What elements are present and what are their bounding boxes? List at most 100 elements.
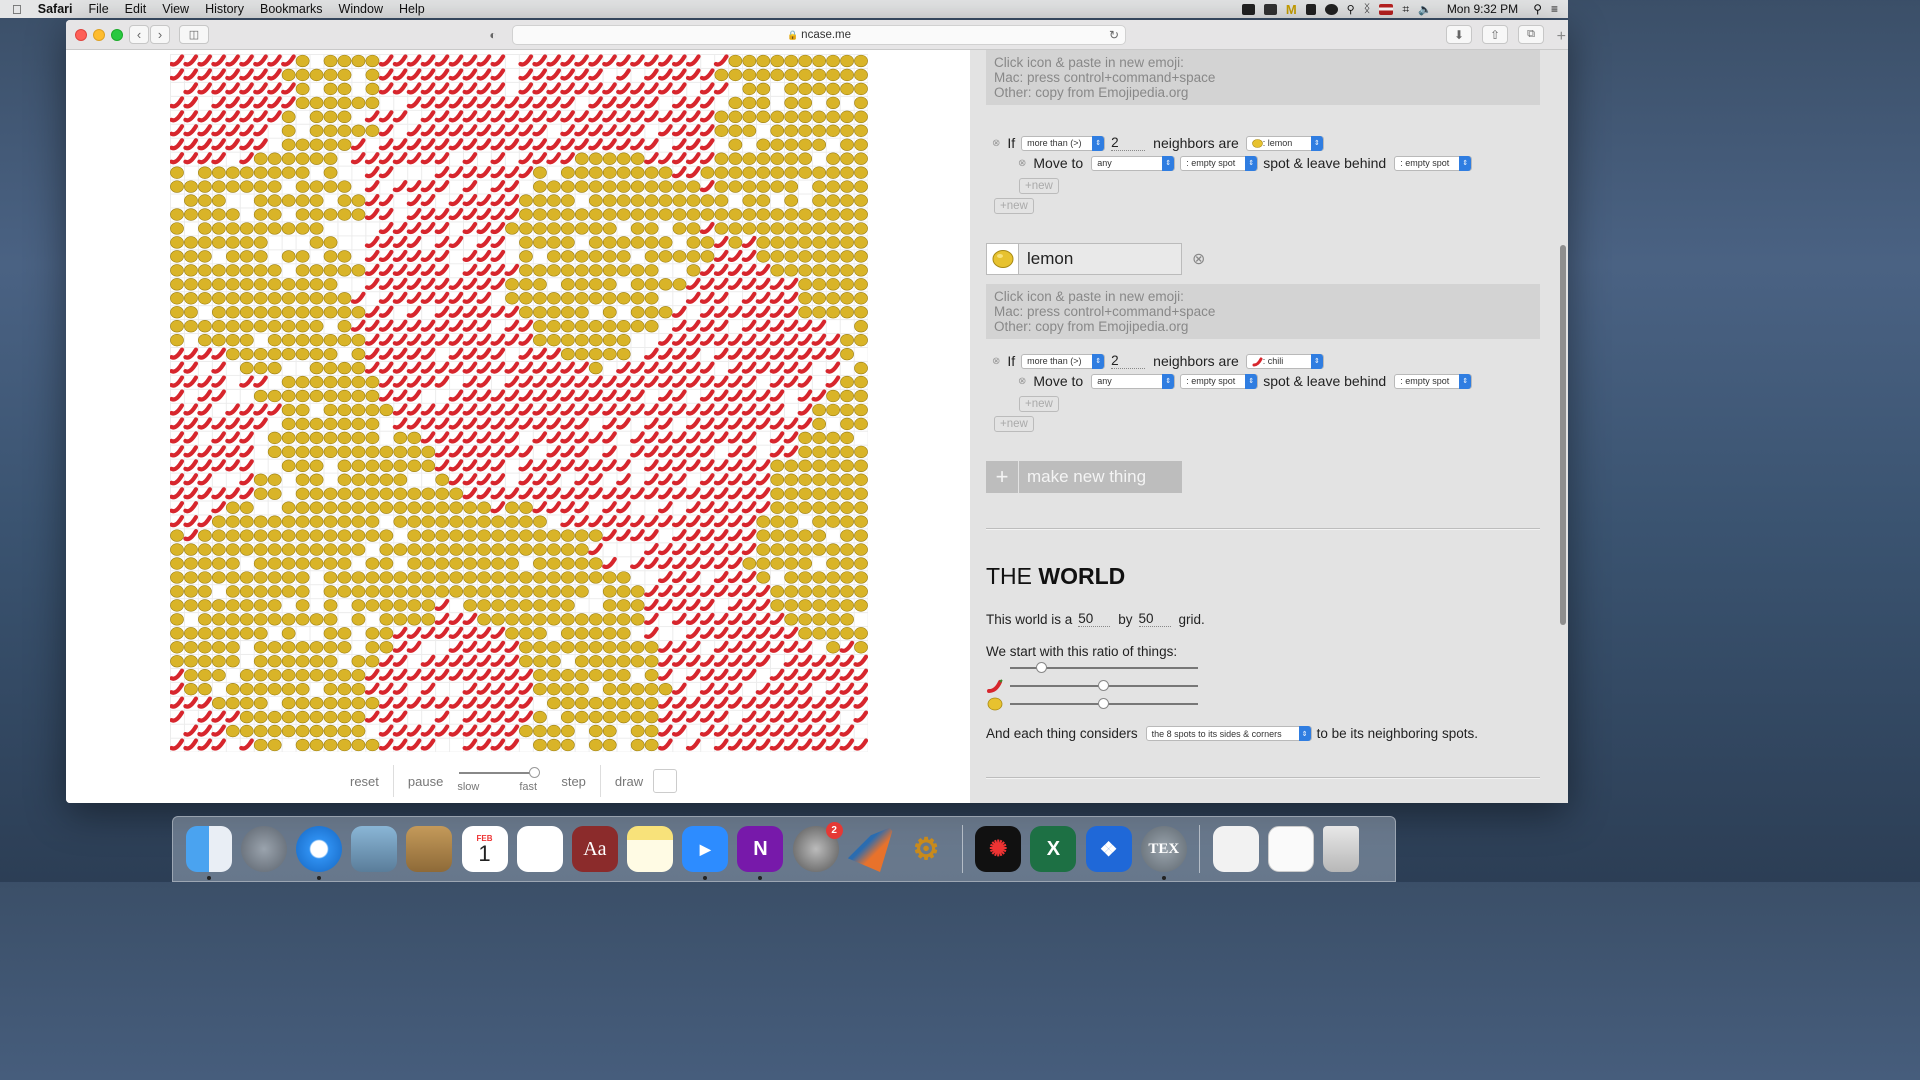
chili-cell[interactable] bbox=[518, 375, 534, 388]
lemon-cell[interactable] bbox=[854, 529, 868, 542]
lemon-cell[interactable] bbox=[630, 696, 645, 710]
new-rule-button[interactable]: +new bbox=[994, 198, 1034, 214]
chili-cell[interactable] bbox=[755, 277, 771, 290]
lemon-cell[interactable] bbox=[211, 669, 226, 682]
chili-cell[interactable] bbox=[225, 54, 240, 67]
lemon-cell[interactable] bbox=[239, 361, 254, 375]
chili-cell[interactable] bbox=[560, 431, 575, 444]
chili-cell[interactable] bbox=[769, 291, 785, 304]
lemon-cell[interactable] bbox=[351, 696, 366, 710]
chili-cell[interactable] bbox=[504, 375, 520, 388]
chili-cell[interactable] bbox=[197, 710, 212, 723]
share-button[interactable]: ⇧ bbox=[1482, 25, 1508, 44]
lemon-cell[interactable] bbox=[854, 473, 868, 486]
lemon-cell[interactable] bbox=[323, 655, 338, 668]
lemon-cell[interactable] bbox=[198, 278, 212, 291]
lemon-cell[interactable] bbox=[533, 641, 547, 654]
chili-cell[interactable] bbox=[769, 375, 785, 388]
lemon-cell[interactable] bbox=[826, 445, 840, 459]
chili-cell[interactable] bbox=[839, 654, 855, 667]
lemon-cell[interactable] bbox=[309, 236, 324, 249]
chili-cell[interactable] bbox=[490, 626, 506, 639]
lemon-cell[interactable] bbox=[784, 571, 799, 584]
lemon-cell[interactable] bbox=[630, 180, 645, 193]
lemon-cell[interactable] bbox=[826, 557, 840, 570]
lemon-cell[interactable] bbox=[281, 724, 296, 738]
lemon-cell[interactable] bbox=[337, 417, 352, 431]
chili-cell[interactable] bbox=[602, 54, 617, 67]
lemon-cell[interactable] bbox=[854, 292, 868, 305]
chili-cell[interactable] bbox=[490, 389, 506, 402]
chili-cell[interactable] bbox=[225, 124, 240, 137]
lemon-cell[interactable] bbox=[198, 166, 212, 179]
lemon-cell[interactable] bbox=[281, 515, 296, 528]
chili-cell[interactable] bbox=[685, 487, 701, 500]
lemon-cell[interactable] bbox=[714, 68, 729, 82]
chili-cell[interactable] bbox=[504, 668, 520, 681]
lemon-cell[interactable] bbox=[630, 320, 645, 333]
lemon-cell[interactable] bbox=[728, 96, 743, 110]
chili-cell[interactable] bbox=[839, 696, 855, 709]
chili-cell[interactable] bbox=[644, 361, 659, 374]
chili-cell[interactable] bbox=[518, 473, 534, 486]
lemon-cell[interactable] bbox=[560, 194, 575, 207]
lemon-cell[interactable] bbox=[616, 264, 631, 277]
chili-cell[interactable] bbox=[657, 710, 673, 723]
lemon-cell[interactable] bbox=[798, 571, 813, 584]
chili-cell[interactable] bbox=[183, 515, 199, 528]
chili-cell[interactable] bbox=[364, 333, 380, 346]
chili-cell[interactable] bbox=[504, 207, 520, 221]
chili-cell[interactable] bbox=[657, 696, 673, 709]
lemon-cell[interactable] bbox=[281, 306, 296, 319]
chili-cell[interactable] bbox=[364, 110, 380, 123]
chili-cell[interactable] bbox=[476, 138, 492, 151]
chili-cell[interactable] bbox=[239, 375, 254, 388]
chili-cell[interactable] bbox=[671, 319, 687, 332]
chili-cell[interactable] bbox=[197, 724, 212, 737]
lemon-cell[interactable] bbox=[309, 152, 324, 165]
lemon-cell[interactable] bbox=[756, 96, 771, 110]
lemon-cell[interactable] bbox=[644, 208, 659, 221]
chili-cell[interactable] bbox=[364, 193, 380, 207]
lemon-cell[interactable] bbox=[351, 194, 366, 207]
ratio-slider-empty[interactable] bbox=[1010, 662, 1198, 673]
lemon-cell[interactable] bbox=[533, 278, 547, 291]
lemon-cell[interactable] bbox=[407, 613, 422, 626]
chili-cell[interactable] bbox=[490, 54, 506, 67]
lemon-cell[interactable] bbox=[351, 571, 366, 584]
lemon-cell[interactable] bbox=[267, 389, 282, 403]
chili-cell[interactable] bbox=[434, 598, 450, 611]
lemon-cell[interactable] bbox=[407, 585, 422, 598]
lemon-cell[interactable] bbox=[309, 669, 324, 682]
chili-cell[interactable] bbox=[170, 152, 185, 165]
lemon-cell[interactable] bbox=[351, 347, 366, 361]
chili-cell[interactable] bbox=[239, 124, 254, 137]
chili-cell[interactable] bbox=[504, 682, 520, 695]
chili-cell[interactable] bbox=[183, 487, 199, 500]
comparator-select[interactable]: more than (>) ⇕ bbox=[1021, 353, 1106, 369]
chili-cell[interactable] bbox=[713, 682, 729, 695]
chili-cell[interactable] bbox=[616, 82, 631, 95]
lemon-cell[interactable] bbox=[211, 571, 226, 584]
chili-cell[interactable] bbox=[546, 152, 561, 165]
chili-cell[interactable] bbox=[490, 138, 506, 151]
chili-cell[interactable] bbox=[420, 738, 436, 751]
chili-cell[interactable] bbox=[657, 738, 673, 751]
chili-cell[interactable] bbox=[741, 403, 757, 416]
lemon-cell[interactable] bbox=[281, 278, 296, 291]
chili-cell[interactable] bbox=[797, 347, 813, 360]
chili-cell[interactable] bbox=[713, 319, 729, 332]
lemon-cell[interactable] bbox=[616, 250, 631, 263]
lemon-cell[interactable] bbox=[826, 292, 840, 305]
chili-cell[interactable] bbox=[713, 738, 729, 751]
chili-cell[interactable] bbox=[267, 68, 282, 81]
chili-cell[interactable] bbox=[741, 710, 757, 723]
lemon-cell[interactable] bbox=[239, 334, 254, 347]
chili-cell[interactable] bbox=[644, 54, 659, 67]
lemon-cell[interactable] bbox=[337, 557, 352, 570]
lemon-cell[interactable] bbox=[547, 557, 561, 570]
lemon-cell[interactable] bbox=[602, 334, 617, 347]
chili-cell[interactable] bbox=[755, 417, 771, 430]
chili-cell[interactable] bbox=[267, 110, 282, 123]
lemon-cell[interactable] bbox=[198, 180, 212, 193]
